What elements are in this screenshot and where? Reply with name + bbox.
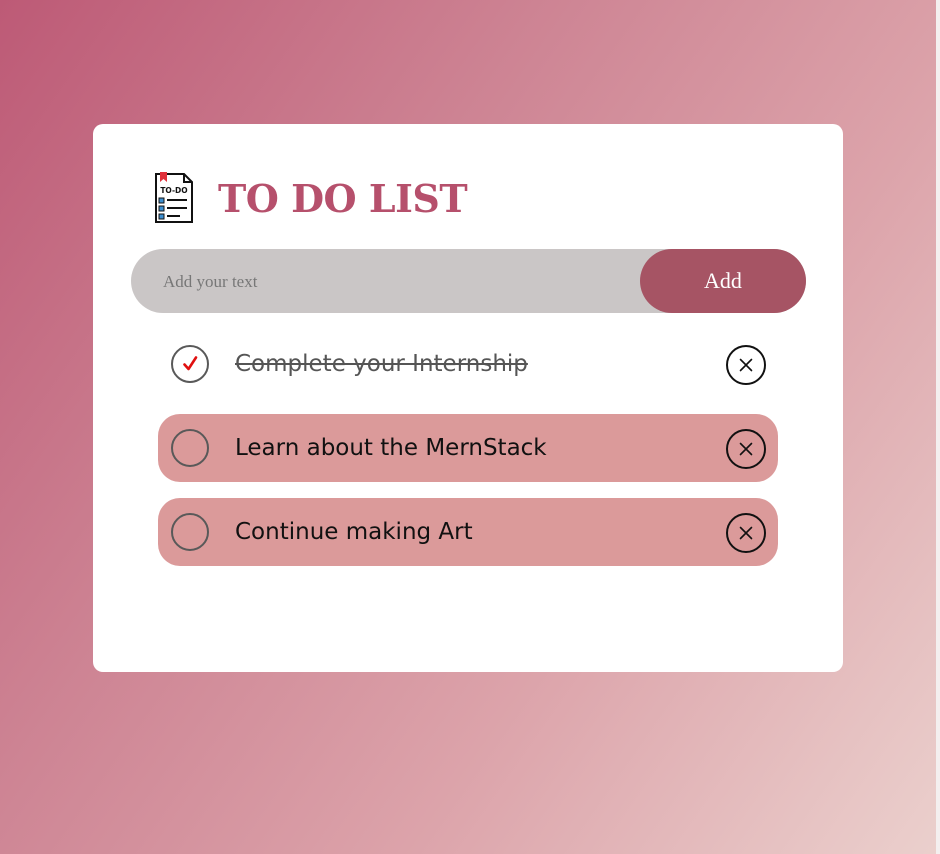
- remove-task-button[interactable]: [726, 429, 766, 469]
- task-text: Continue making Art: [235, 519, 473, 545]
- task-list: Complete your Internship Learn about the…: [158, 330, 778, 582]
- task-text: Complete your Internship: [235, 351, 528, 377]
- task-checkbox[interactable]: [171, 345, 209, 383]
- window-edge: [936, 0, 940, 854]
- app-header: TO-DO TO DO LIST: [153, 172, 468, 226]
- check-icon: [183, 356, 198, 371]
- logo-text: TO-DO: [160, 186, 187, 195]
- add-task-bar: Add: [131, 249, 806, 315]
- close-icon: [739, 526, 753, 540]
- close-icon: [739, 442, 753, 456]
- task-checkbox[interactable]: [171, 429, 209, 467]
- remove-task-button[interactable]: [726, 513, 766, 553]
- task-text: Learn about the MernStack: [235, 435, 547, 461]
- todo-card: TO-DO TO DO LIST Add Complete your Inter…: [93, 124, 843, 672]
- close-icon: [739, 358, 753, 372]
- remove-task-button[interactable]: [726, 345, 766, 385]
- add-button[interactable]: Add: [640, 249, 806, 313]
- to-do-checklist-icon: TO-DO: [155, 172, 193, 223]
- task-checkbox[interactable]: [171, 513, 209, 551]
- task-item-learn-mernstack[interactable]: Learn about the MernStack: [158, 414, 778, 482]
- page-title: TO DO LIST: [218, 176, 468, 221]
- task-input[interactable]: [161, 249, 625, 315]
- task-item-complete-internship[interactable]: Complete your Internship: [158, 330, 778, 398]
- task-item-continue-art[interactable]: Continue making Art: [158, 498, 778, 566]
